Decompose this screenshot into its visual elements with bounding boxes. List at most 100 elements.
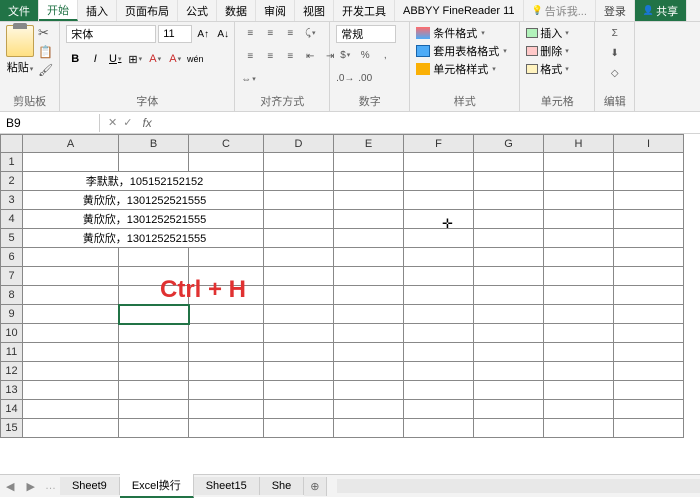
increase-decimal-button[interactable]: .0→ [336, 70, 354, 86]
cell[interactable] [23, 362, 119, 381]
cell[interactable] [119, 305, 189, 324]
cell[interactable] [264, 419, 334, 438]
align-top-button[interactable]: ≡ [241, 25, 259, 41]
cell[interactable] [474, 172, 544, 191]
cell[interactable] [474, 248, 544, 267]
cell[interactable] [264, 267, 334, 286]
formula-input[interactable] [164, 114, 700, 132]
font-color-button[interactable]: A [166, 50, 184, 68]
row-header[interactable]: 15 [1, 419, 23, 438]
cell[interactable] [614, 172, 684, 191]
underline-button[interactable]: U [106, 50, 124, 68]
cell[interactable] [544, 324, 614, 343]
cell[interactable] [189, 153, 264, 172]
cell-styles-button[interactable]: 单元格样式 [416, 61, 513, 77]
font-size-select[interactable] [158, 25, 192, 43]
cell[interactable] [474, 229, 544, 248]
cell[interactable] [189, 343, 264, 362]
column-header[interactable]: I [614, 135, 684, 153]
cell[interactable] [189, 419, 264, 438]
cell[interactable] [614, 324, 684, 343]
cell[interactable] [614, 248, 684, 267]
cell[interactable] [614, 343, 684, 362]
cell[interactable] [189, 381, 264, 400]
cell[interactable] [264, 210, 334, 229]
worksheet-grid[interactable]: ABCDEFGHI12李默默，1051521521523黄欣欣，13012525… [0, 134, 700, 474]
cell[interactable] [404, 286, 474, 305]
cell[interactable] [119, 248, 189, 267]
select-all-corner[interactable] [1, 135, 23, 153]
cell[interactable] [119, 400, 189, 419]
row-header[interactable]: 11 [1, 343, 23, 362]
cell[interactable] [474, 305, 544, 324]
tell-me[interactable]: 告诉我... [524, 0, 596, 21]
cell[interactable] [544, 305, 614, 324]
cell[interactable] [614, 419, 684, 438]
cell[interactable] [544, 248, 614, 267]
cell[interactable] [23, 324, 119, 343]
align-bottom-button[interactable]: ≡ [281, 25, 299, 41]
cell[interactable] [474, 324, 544, 343]
column-header[interactable]: H [544, 135, 614, 153]
sheet-tab[interactable]: She [260, 477, 305, 495]
row-header[interactable]: 12 [1, 362, 23, 381]
tab-formulas[interactable]: 公式 [178, 0, 217, 21]
share-button[interactable]: 共享 [635, 0, 687, 21]
cell[interactable] [544, 229, 614, 248]
cell[interactable] [119, 153, 189, 172]
cell[interactable] [334, 172, 404, 191]
cell[interactable] [474, 362, 544, 381]
cell[interactable] [264, 248, 334, 267]
column-header[interactable]: B [119, 135, 189, 153]
cell[interactable] [474, 191, 544, 210]
cell[interactable] [544, 153, 614, 172]
cell[interactable] [189, 267, 264, 286]
copy-button[interactable] [38, 45, 53, 59]
cell[interactable] [189, 305, 264, 324]
font-name-select[interactable] [66, 25, 156, 43]
tab-insert[interactable]: 插入 [78, 0, 117, 21]
cell[interactable] [264, 229, 334, 248]
row-header[interactable]: 1 [1, 153, 23, 172]
row-header[interactable]: 9 [1, 305, 23, 324]
format-cells-button[interactable]: 格式 [526, 61, 569, 77]
orientation-button[interactable]: ⤹ [301, 25, 319, 41]
cell[interactable] [334, 362, 404, 381]
cell[interactable] [544, 362, 614, 381]
autosum-button[interactable]: Σ [606, 25, 624, 41]
cell[interactable] [189, 400, 264, 419]
cell[interactable] [334, 305, 404, 324]
cell[interactable] [404, 419, 474, 438]
cell[interactable] [544, 172, 614, 191]
cell[interactable] [264, 400, 334, 419]
tab-page-layout[interactable]: 页面布局 [117, 0, 178, 21]
cell[interactable] [264, 324, 334, 343]
sheet-tab-active[interactable]: Excel换行 [120, 474, 194, 498]
cell[interactable] [189, 362, 264, 381]
cell[interactable] [264, 191, 334, 210]
column-header[interactable]: E [334, 135, 404, 153]
decrease-decimal-button[interactable]: .00 [356, 70, 374, 86]
percent-button[interactable]: % [356, 47, 374, 63]
cell[interactable] [474, 286, 544, 305]
cell[interactable] [614, 400, 684, 419]
cell[interactable] [119, 362, 189, 381]
align-center-button[interactable]: ≡ [261, 48, 279, 64]
cell[interactable] [23, 343, 119, 362]
bold-button[interactable]: B [66, 50, 84, 68]
phonetic-button[interactable]: wén [186, 50, 204, 68]
cell[interactable] [264, 343, 334, 362]
cell[interactable] [474, 381, 544, 400]
cell[interactable] [404, 210, 474, 229]
tab-view[interactable]: 视图 [295, 0, 334, 21]
conditional-format-button[interactable]: 条件格式 [416, 25, 513, 41]
cell[interactable] [23, 267, 119, 286]
row-header[interactable]: 3 [1, 191, 23, 210]
row-header[interactable]: 14 [1, 400, 23, 419]
column-header[interactable]: D [264, 135, 334, 153]
cell[interactable] [119, 381, 189, 400]
format-as-table-button[interactable]: 套用表格格式 [416, 43, 513, 59]
cell[interactable] [614, 229, 684, 248]
cell[interactable] [334, 210, 404, 229]
row-header[interactable]: 13 [1, 381, 23, 400]
